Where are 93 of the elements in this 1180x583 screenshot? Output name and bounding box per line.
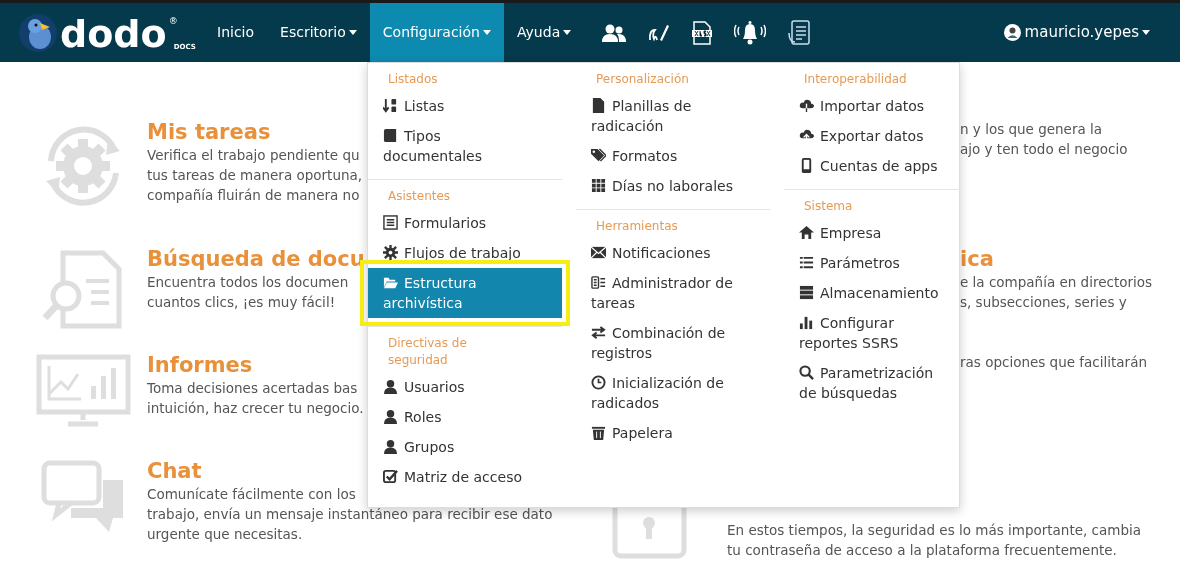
menu-item[interactable]: Grupos [368, 432, 562, 462]
card-heading: ica [960, 246, 994, 272]
menu-section-heading: Listados [387, 71, 439, 88]
gear-icon [383, 245, 398, 260]
menu-item[interactable]: Tipos documentales [368, 121, 562, 171]
tags-icon [591, 148, 606, 163]
menu-item[interactable]: Formatos [576, 141, 770, 171]
menu-item[interactable]: Flujos de trabajo [368, 238, 562, 268]
menu-item[interactable]: Administrador de tareas [576, 268, 770, 318]
folder-open-icon [383, 275, 398, 290]
sort-icon [383, 98, 398, 113]
card-description-line: n y los que genera la [960, 120, 1103, 139]
xlsx-file-icon[interactable] [692, 20, 713, 45]
menu-item[interactable]: Usuarios [368, 372, 562, 402]
users-icon[interactable] [602, 22, 627, 43]
trash-icon [591, 425, 606, 440]
logo-text: dodo [60, 14, 167, 53]
swap-arrows-icon [591, 325, 606, 340]
card-heading: Informes [147, 352, 253, 378]
search-icon [799, 365, 814, 380]
card-description-line: Verifica el trabajo pendiente qu [147, 146, 360, 165]
menu-section-heading: Sistema [803, 198, 854, 215]
document-list-icon[interactable] [788, 19, 811, 46]
user-icon [383, 439, 398, 454]
card-description-line: trabajo, envía un mensaje instantáneo para recibir ese dato [147, 505, 553, 524]
card-description-line: urgente que necesitas. [147, 525, 303, 544]
card-description-line: En estos tiempos, la seguridad es lo más importante, cambia [727, 521, 1142, 540]
menu-item[interactable]: Importar datos [784, 91, 961, 121]
menu-item[interactable]: Almacenamiento [784, 278, 961, 308]
card-description-line: tus tareas de manera oportuna, [147, 166, 363, 185]
phone-icon [799, 158, 814, 173]
menu-item[interactable]: Notificaciones [576, 238, 770, 268]
menu-item[interactable]: Matriz de acceso [368, 462, 562, 492]
nav-menu-item[interactable]: Inicio [204, 3, 268, 62]
bird-logo-icon [18, 12, 58, 53]
checkbox-icon [383, 469, 398, 484]
clock-icon [591, 375, 606, 390]
menu-item[interactable]: Estructura archivística [368, 268, 562, 318]
nav-menu-item[interactable]: Ayuda [503, 3, 585, 62]
menu-item[interactable]: Configurar reportes SSRS [784, 308, 961, 358]
caret-icon [1142, 30, 1150, 35]
menu-item[interactable]: Empresa [784, 218, 961, 248]
card-description-line: Encuentra todos los documen [147, 273, 349, 292]
envelope-icon [591, 245, 606, 260]
card-heading: Mis tareas [147, 119, 271, 145]
card-description-line: tu contraseña de acceso a la plataforma frecuentemente. [727, 541, 1117, 560]
file-icon [591, 98, 606, 113]
menu-item[interactable]: Listas [368, 91, 562, 121]
card-description-line: compañía fluirán de manera no [147, 186, 360, 205]
card-heading: Búsqueda de docu [147, 246, 365, 272]
menu-item[interactable]: Formularios [368, 208, 562, 238]
bar-chart-icon [799, 315, 814, 330]
menu-item[interactable]: Papelera [576, 418, 770, 448]
card-description-line: cuantos clics, ¡es muy fácil! [147, 293, 336, 312]
menu-item[interactable]: Parametrización de búsquedas [784, 358, 961, 408]
card-description-line: ras opciones que facilitarán [960, 353, 1147, 372]
menu-item[interactable]: Exportar datos [784, 121, 961, 151]
user-avatar-icon[interactable] [1003, 24, 1021, 41]
monitor-chart-icon [35, 354, 131, 429]
card-description-line: Comunícate fácilmente con los [147, 485, 356, 504]
user-icon [383, 409, 398, 424]
card-description-line: s, subsecciones, series y [960, 293, 1127, 312]
cloud-download-icon [799, 98, 814, 113]
card-description-line: Toma decisiones acertadas bas [147, 379, 358, 398]
menu-section-heading: Personalización [595, 71, 690, 88]
menu-item[interactable]: Planillas de radicación [576, 91, 770, 141]
grid-icon [591, 178, 606, 193]
form-list-icon [383, 215, 398, 230]
card-description-line: e la compañía en directorios [960, 273, 1153, 292]
menu-section-heading: Herramientas [595, 218, 679, 235]
menu-item[interactable]: Combinación de registros [576, 318, 770, 368]
nav-menu-item[interactable]: Configuración [369, 3, 504, 62]
ringing-bell-icon[interactable] [734, 19, 767, 46]
card-description-line: ajo y ten todo el negocio [960, 140, 1128, 159]
task-manager-icon [591, 275, 606, 290]
registered-mark: ® [168, 14, 178, 28]
list-icon [799, 255, 814, 270]
card-description-line: intuición, haz crecer tu negocio. [147, 399, 364, 418]
menu-item[interactable]: Días no laborales [576, 171, 770, 201]
nav-menu-item[interactable]: Escritorio [267, 3, 370, 62]
book-icon [383, 128, 398, 143]
user-menu-button[interactable]: mauricio.yepes [1024, 21, 1150, 44]
menu-item[interactable]: Roles [368, 402, 562, 432]
menu-section-heading: Asistentes [387, 188, 452, 205]
menu-item[interactable]: Cuentas de apps [784, 151, 961, 181]
menu-section-heading: Directivas de seguridad [387, 335, 468, 369]
card-heading: Chat [147, 458, 202, 484]
home-icon [799, 225, 814, 240]
menu-item[interactable]: Inicialización de radicados [576, 368, 770, 418]
server-icon [799, 285, 814, 300]
user-icon [383, 379, 398, 394]
menu-item[interactable]: Parámetros [784, 248, 961, 278]
menu-section-heading: Interoperabilidad [803, 71, 908, 88]
